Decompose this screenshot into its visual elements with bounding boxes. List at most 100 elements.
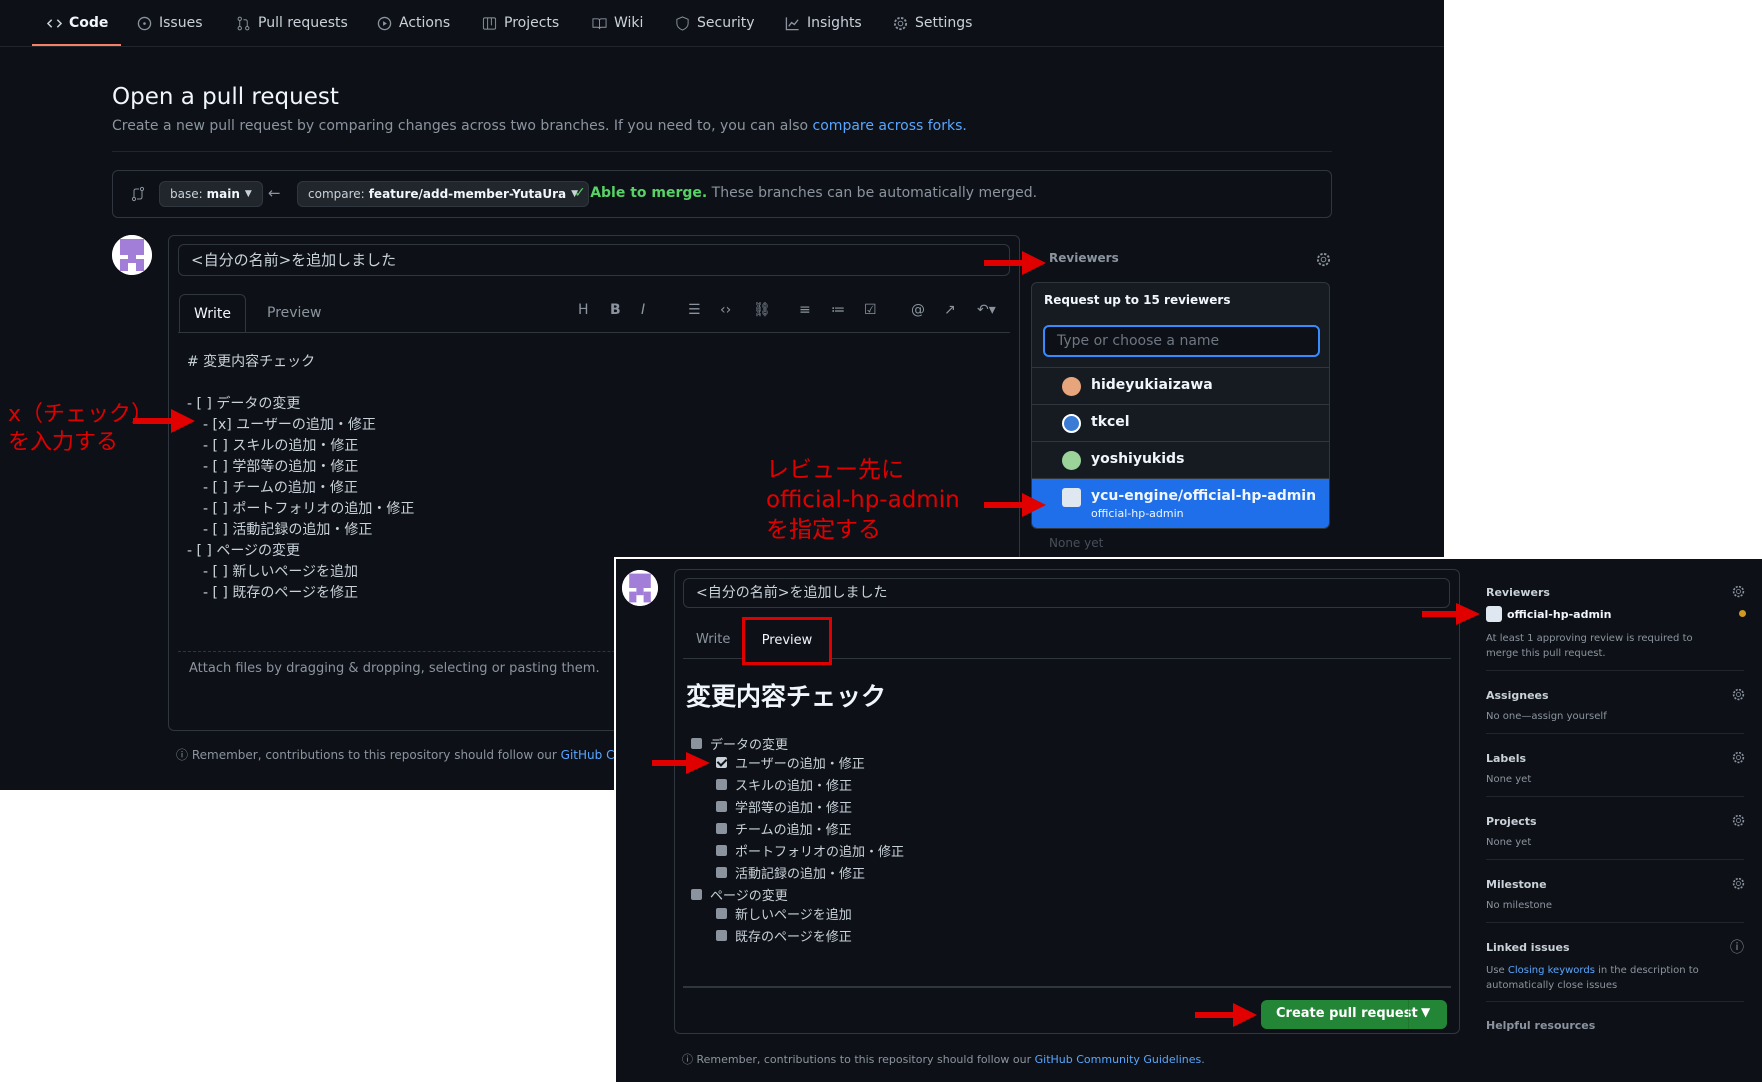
tab-write[interactable]: Write (696, 632, 730, 647)
labels-heading[interactable]: Labels (1486, 752, 1526, 765)
arrow-right-icon (984, 493, 1046, 517)
reviewers-heading[interactable]: Reviewers (1049, 251, 1119, 265)
unordered-list-icon[interactable]: ≡ (799, 302, 811, 318)
branch-range: base: main ▼ ← compare: feature/add-member-… (112, 170, 1332, 218)
divider (1486, 859, 1744, 860)
projects-heading[interactable]: Projects (1486, 815, 1537, 828)
tab-write[interactable]: Write (179, 294, 246, 332)
checkbox[interactable] (716, 801, 727, 812)
link-icon[interactable]: ⛓ (753, 302, 771, 318)
gear-icon[interactable] (1732, 585, 1745, 598)
tasklist-icon[interactable]: ☑ (864, 302, 877, 318)
code-icon[interactable]: ‹› (720, 302, 731, 318)
page-title: Open a pull request (112, 84, 339, 110)
info-icon: ⓘ (176, 748, 192, 762)
checkbox[interactable] (716, 930, 727, 941)
reviewers-none: None yet (1049, 536, 1104, 550)
italic-button[interactable]: I (641, 302, 645, 318)
task-item: 学部等の追加・修正 (716, 797, 852, 816)
gear-icon (893, 16, 908, 30)
reviewer-option[interactable]: yoshiyukids (1032, 441, 1329, 478)
active-tab-underline (32, 44, 121, 46)
pr-title-input[interactable]: <自分の名前>を追加しました (178, 244, 1010, 276)
info-icon[interactable]: ⓘ (1730, 937, 1744, 957)
gear-icon[interactable] (1732, 877, 1745, 890)
reviewer-option[interactable]: tkcel (1032, 404, 1329, 441)
bold-button[interactable]: B (610, 302, 621, 318)
tab-pull-requests-label: Pull requests (258, 15, 348, 31)
compare-branch-select[interactable]: compare: feature/add-member-YutaUra ▼ (297, 181, 590, 207)
guidelines-link[interactable]: GitHub Community Guidelines (1035, 1053, 1202, 1066)
tab-preview[interactable]: Preview (742, 617, 832, 665)
checkbox[interactable] (691, 738, 702, 749)
checkbox[interactable] (716, 908, 727, 919)
md-line: - [x] ユーザーの追加・修正 (203, 417, 376, 433)
tab-projects[interactable]: Projects (482, 12, 559, 34)
pr-title-input[interactable]: <自分の名前>を追加しました (683, 578, 1450, 608)
subtitle-text: Create a new pull request by comparing c… (112, 118, 813, 134)
assignees-value[interactable]: No one—assign yourself (1486, 711, 1607, 722)
identicon-icon (112, 235, 152, 275)
mention-icon[interactable]: @ (911, 302, 925, 318)
gear-icon[interactable] (1732, 688, 1745, 701)
gear-icon[interactable] (1316, 252, 1331, 267)
tab-pull-requests[interactable]: Pull requests (236, 12, 348, 34)
md-line: - [ ] 学部等の追加・修正 (203, 459, 359, 475)
caret-down-icon: ▼ (244, 189, 252, 199)
avatar (112, 235, 152, 275)
create-pull-request-button[interactable]: Create pull request ▼ (1261, 1000, 1447, 1029)
notice-text: Remember, contributions to this reposito… (696, 1053, 1035, 1066)
gear-icon[interactable] (1732, 814, 1745, 827)
caret-down-icon[interactable]: ▼ (1421, 1005, 1430, 1019)
cross-reference-icon[interactable]: ↗ (944, 302, 956, 318)
linked-issues-text: Use Closing keywords in the description … (1486, 963, 1716, 993)
tab-wiki[interactable]: Wiki (592, 12, 643, 34)
checkbox[interactable] (716, 779, 727, 790)
reply-icon[interactable]: ↶▾ (977, 302, 996, 318)
tab-issues[interactable]: Issues (137, 12, 203, 34)
gear-icon[interactable] (1732, 751, 1745, 764)
assignees-heading[interactable]: Assignees (1486, 689, 1549, 702)
table-icon (482, 16, 497, 30)
quote-icon[interactable]: ☰ (688, 302, 701, 318)
divider (1486, 922, 1744, 923)
tab-actions[interactable]: Actions (377, 12, 450, 34)
tab-preview[interactable]: Preview (267, 294, 322, 332)
reviewer-option[interactable]: hideyukiaizawa (1032, 367, 1329, 404)
checkbox[interactable] (716, 867, 727, 878)
reviewer-entry[interactable]: official-hp-admin (1486, 606, 1612, 622)
tab-settings[interactable]: Settings (893, 12, 972, 34)
contribution-notice: ⓘ Remember, contributions to this reposi… (176, 746, 633, 763)
checkbox[interactable] (716, 845, 727, 856)
heading-button[interactable]: H (578, 302, 589, 318)
pending-dot-icon (1739, 610, 1746, 617)
compare-forks-link[interactable]: compare across forks. (813, 118, 967, 134)
checkbox-checked[interactable] (716, 757, 727, 768)
md-line: - [ ] ポートフォリオの追加・修正 (203, 501, 415, 517)
ordered-list-icon[interactable]: ≔ (831, 302, 845, 318)
checkbox[interactable] (691, 889, 702, 900)
divider (1486, 1001, 1744, 1002)
info-icon: ⓘ (682, 1053, 697, 1066)
base-branch-select[interactable]: base: main ▼ (159, 181, 263, 207)
task-label: ページの変更 (710, 889, 788, 904)
reviewer-search-input[interactable]: Type or choose a name (1043, 325, 1320, 357)
tab-code-label: Code (69, 15, 109, 31)
closing-keywords-link[interactable]: Closing keywords (1508, 965, 1595, 976)
tab-insights[interactable]: Insights (785, 12, 862, 34)
linked-issues-heading: Linked issues (1486, 941, 1570, 954)
tab-code[interactable]: Code (47, 12, 108, 34)
arrow-right-icon (652, 752, 710, 774)
task-label: スキルの追加・修正 (735, 779, 853, 794)
milestone-heading[interactable]: Milestone (1486, 878, 1547, 891)
tab-security[interactable]: Security (675, 12, 755, 34)
compare-branch-name: feature/add-member-YutaUra (368, 187, 567, 201)
checkbox[interactable] (716, 823, 727, 834)
labels-value: None yet (1486, 774, 1532, 785)
merge-status-label: Able to merge. (590, 185, 708, 201)
tab-divider (178, 332, 1010, 333)
reviewer-option-selected[interactable]: ycu-engine/official-hp-admin official-hp… (1032, 478, 1329, 528)
reviewers-heading[interactable]: Reviewers (1486, 586, 1550, 599)
task-item: 新しいページを追加 (716, 904, 852, 923)
helpful-resources-heading: Helpful resources (1486, 1019, 1596, 1032)
